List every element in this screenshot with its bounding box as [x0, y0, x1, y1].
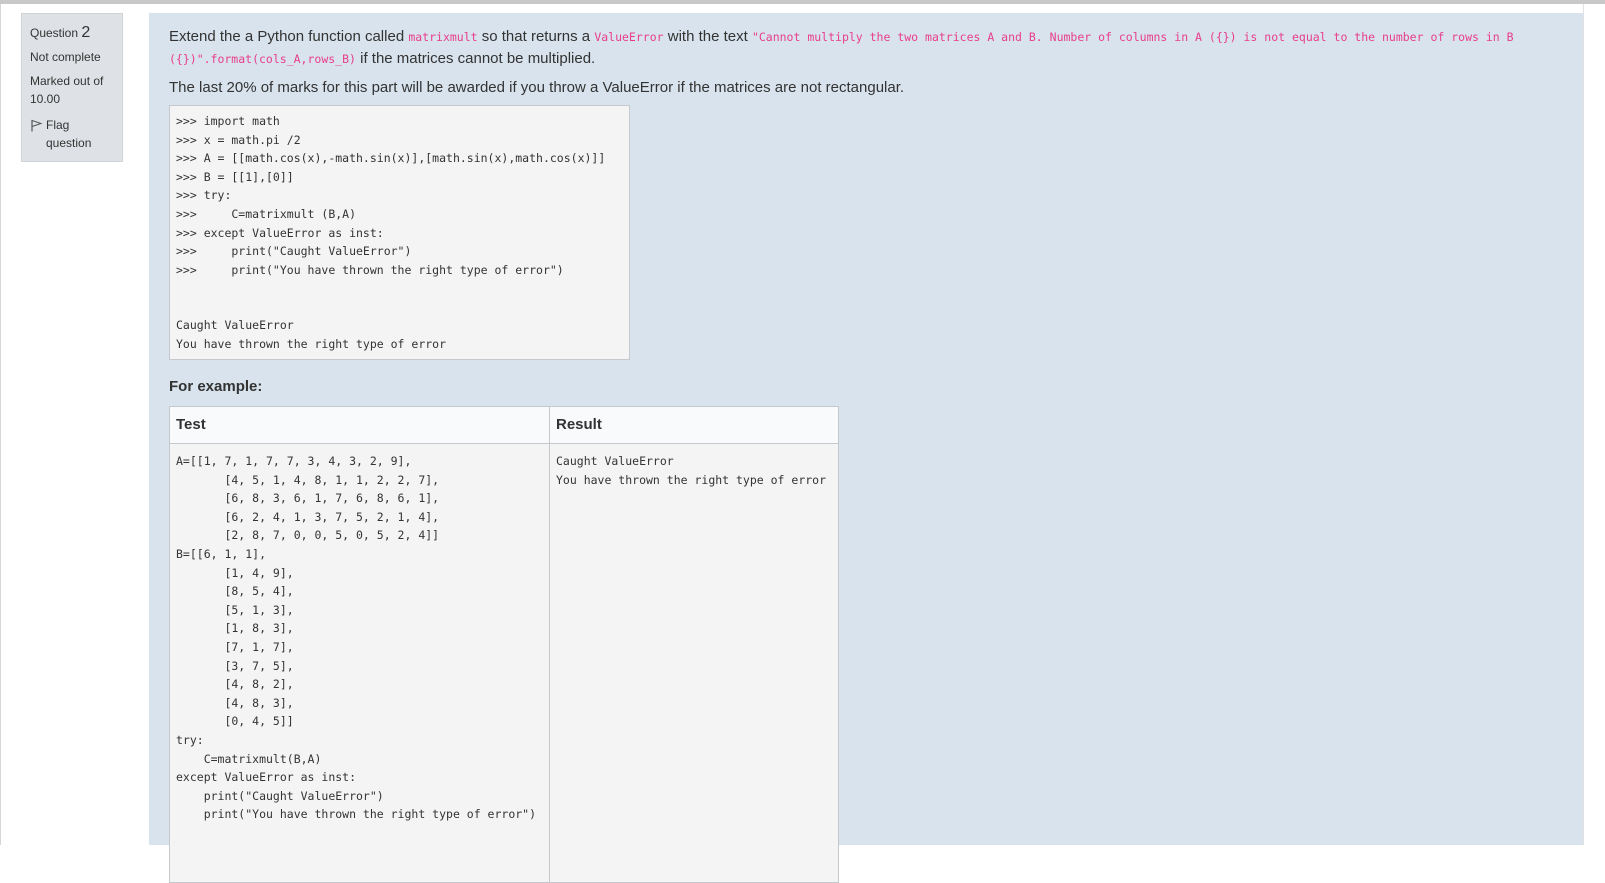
result-cell: Caught ValueError You have thrown the ri… [549, 443, 839, 883]
prompt-text-2: so that returns a [477, 28, 595, 45]
examples-header-row: Test Result [169, 406, 839, 444]
question-content: Extend the a Python function called matr… [149, 13, 1583, 883]
code-example-input: >>> import math >>> x = math.pi /2 >>> A… [176, 114, 606, 277]
table-row: A=[[1, 7, 1, 7, 7, 3, 4, 3, 2, 9], [4, 5… [169, 443, 839, 883]
question-number: Question 2 [30, 24, 114, 42]
question-label: Question [30, 26, 79, 40]
question-prompt-marks: The last 20% of marks for this part will… [169, 79, 905, 96]
prompt-code-error: ValueError [594, 30, 664, 44]
left-border [0, 4, 1, 845]
question-status: Not complete [30, 50, 101, 64]
examples-table: Test Result A=[[1, 7, 1, 7, 7, 3, 4, 3, … [169, 406, 839, 883]
column-header-result: Result [549, 406, 839, 444]
column-header-test: Test [169, 406, 550, 444]
code-example-output: Caught ValueError You have thrown the ri… [176, 318, 447, 351]
prompt-text-3: with the text [663, 28, 752, 45]
question-prompt: Extend the a Python function called matr… [169, 26, 1569, 70]
result-output: Caught ValueError You have thrown the ri… [556, 454, 827, 487]
prompt-text-1: Extend the a Python function called [169, 28, 409, 45]
top-border [0, 0, 1605, 4]
question-marks: Marked out of 10.00 [30, 74, 104, 106]
question-info-panel: Question 2 Not complete Marked out of 10… [21, 13, 123, 162]
prompt-text-4: if the matrices cannot be multiplied. [355, 50, 596, 67]
flag-question-label: Flag question [46, 118, 92, 150]
examples-heading: For example: [169, 378, 263, 395]
test-cell: A=[[1, 7, 1, 7, 7, 3, 4, 3, 2, 9], [4, 5… [169, 443, 550, 883]
flag-question-button[interactable]: Flag question [30, 116, 114, 152]
page-right-edge [1583, 4, 1605, 845]
code-example-box: >>> import math >>> x = math.pi /2 >>> A… [169, 105, 630, 360]
flag-icon [31, 119, 43, 132]
question-number-value: 2 [81, 24, 91, 41]
prompt-code-function: matrixmult [408, 30, 478, 44]
test-code: A=[[1, 7, 1, 7, 7, 3, 4, 3, 2, 9], [4, 5… [176, 454, 537, 822]
